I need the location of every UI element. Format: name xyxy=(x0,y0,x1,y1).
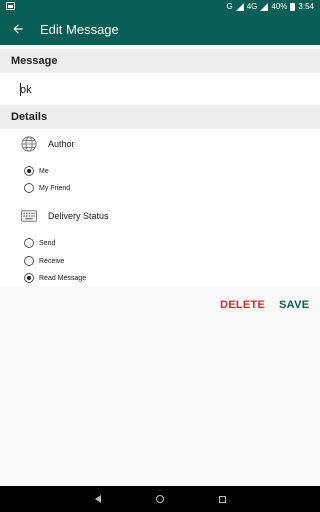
message-section-header: Message xyxy=(0,49,320,73)
nav-recents-icon[interactable] xyxy=(218,495,226,503)
network-label: G xyxy=(226,2,233,11)
radio-unchecked-icon xyxy=(24,256,34,266)
page-title: Edit Message xyxy=(40,21,119,37)
message-input[interactable] xyxy=(20,81,300,99)
navigation-bar xyxy=(0,486,320,512)
back-button[interactable] xyxy=(0,13,36,45)
app-bar: Edit Message xyxy=(0,13,320,45)
author-option-my-friend-label: My Friend xyxy=(39,184,71,192)
author-label: Author xyxy=(48,139,75,149)
delete-button[interactable]: DELETE xyxy=(220,299,265,311)
keyboard-icon xyxy=(21,210,37,222)
nav-home-icon[interactable] xyxy=(155,495,164,503)
radio-checked-icon xyxy=(24,273,34,283)
battery-text: 40% xyxy=(271,2,288,11)
details-section-header: Details xyxy=(0,105,320,129)
radio-unchecked-icon xyxy=(24,238,34,248)
delivery-option-receive[interactable]: Receive xyxy=(24,256,64,266)
status-bar: G 4G 40% 3:54 xyxy=(0,0,320,13)
nav-back-icon[interactable] xyxy=(94,495,101,503)
delivery-option-send[interactable]: Send xyxy=(24,238,55,248)
save-button[interactable]: SAVE xyxy=(279,299,309,311)
author-option-me-label: Me xyxy=(39,167,49,175)
signal-icon-2 xyxy=(260,2,269,11)
image-notification-icon xyxy=(6,2,15,10)
author-option-my-friend[interactable]: My Friend xyxy=(24,183,70,193)
delivery-option-receive-label: Receive xyxy=(39,257,65,265)
clock: 3:54 xyxy=(298,2,314,11)
radio-unchecked-icon xyxy=(24,183,34,193)
signal-icon xyxy=(235,2,244,11)
globe-icon xyxy=(21,136,37,152)
delivery-option-send-label: Send xyxy=(39,239,56,247)
status-icons: G 4G 40% 3:54 xyxy=(227,2,315,11)
radio-checked-icon xyxy=(24,166,34,176)
delivery-status-label: Delivery Status xyxy=(48,211,109,221)
battery-icon xyxy=(290,2,296,11)
lte-label: 4G xyxy=(246,2,258,11)
content-background xyxy=(0,286,320,486)
delivery-option-read-message-label: Read Message xyxy=(39,274,87,282)
arrow-left-icon xyxy=(13,24,23,34)
author-option-me[interactable]: Me xyxy=(24,166,49,176)
delivery-option-read-message[interactable]: Read Message xyxy=(24,273,86,283)
